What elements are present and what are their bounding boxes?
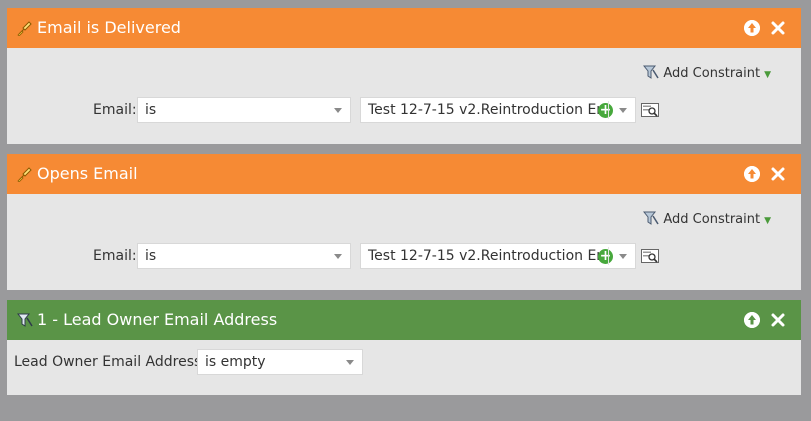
add-constraint-button[interactable]: Add Constraint ▼	[643, 64, 771, 82]
filter-icon	[643, 65, 659, 79]
operator-value: is empty	[205, 354, 266, 370]
panel-body: Lead Owner Email Address: is empty	[7, 340, 801, 395]
panel-body: Add Constraint ▼ Email: is Test 12-7-15 v…	[7, 194, 801, 290]
add-constraint-button[interactable]: Add Constraint ▼	[643, 210, 771, 228]
panel-title: Email is Delivered	[37, 18, 181, 37]
panel-header: Email is Delivered	[7, 8, 801, 48]
panel-body: Add Constraint ▼ Email: is Test 12-7-15 v…	[7, 48, 801, 144]
preview-icon[interactable]	[641, 103, 659, 117]
trigger-panel-email-delivered: Email is Delivered Add Constraint ▼ Email…	[7, 8, 801, 144]
chevron-down-icon	[619, 254, 627, 259]
preview-icon[interactable]	[641, 249, 659, 263]
operator-value: is	[145, 248, 157, 264]
panel-header: 1 - Lead Owner Email Address	[7, 300, 801, 340]
close-icon[interactable]	[770, 20, 786, 36]
chevron-down-icon	[334, 108, 342, 113]
chevron-down-icon	[334, 254, 342, 259]
chevron-down-icon	[346, 360, 354, 365]
field-label: Email:	[93, 248, 137, 264]
operator-select[interactable]: is	[137, 97, 351, 123]
filter-icon	[17, 313, 33, 327]
chevron-down-icon: ▼	[764, 216, 771, 226]
divider	[608, 247, 609, 265]
email-value-select[interactable]: Test 12-7-15 v2.Reintroduction Em +	[360, 243, 636, 269]
trigger-icon	[17, 21, 32, 36]
email-value-select[interactable]: Test 12-7-15 v2.Reintroduction Em +	[360, 97, 636, 123]
close-icon[interactable]	[770, 312, 786, 328]
operator-select[interactable]: is empty	[197, 349, 363, 375]
field-label: Email:	[93, 102, 137, 118]
filter-panel-lead-owner-email: 1 - Lead Owner Email Address Lead Owner …	[7, 300, 801, 395]
trigger-icon	[17, 167, 32, 182]
email-value: Test 12-7-15 v2.Reintroduction Em	[368, 102, 610, 118]
operator-select[interactable]: is	[137, 243, 351, 269]
divider	[608, 101, 609, 119]
move-up-button[interactable]	[744, 312, 760, 328]
field-label: Lead Owner Email Address:	[14, 354, 207, 370]
move-up-button[interactable]	[744, 166, 760, 182]
panel-title: 1 - Lead Owner Email Address	[37, 310, 278, 329]
move-up-button[interactable]	[744, 20, 760, 36]
operator-value: is	[145, 102, 157, 118]
add-icon[interactable]: +	[598, 249, 613, 264]
panel-header: Opens Email	[7, 154, 801, 194]
panel-title: Opens Email	[37, 164, 138, 183]
email-value: Test 12-7-15 v2.Reintroduction Em	[368, 248, 610, 264]
trigger-panel-opens-email: Opens Email Add Constraint ▼ Email: is Te…	[7, 154, 801, 290]
close-icon[interactable]	[770, 166, 786, 182]
filter-icon	[643, 211, 659, 225]
add-icon[interactable]: +	[598, 103, 613, 118]
add-constraint-label: Add Constraint	[663, 212, 761, 227]
chevron-down-icon: ▼	[764, 70, 771, 80]
add-constraint-label: Add Constraint	[663, 66, 761, 81]
chevron-down-icon	[619, 108, 627, 113]
